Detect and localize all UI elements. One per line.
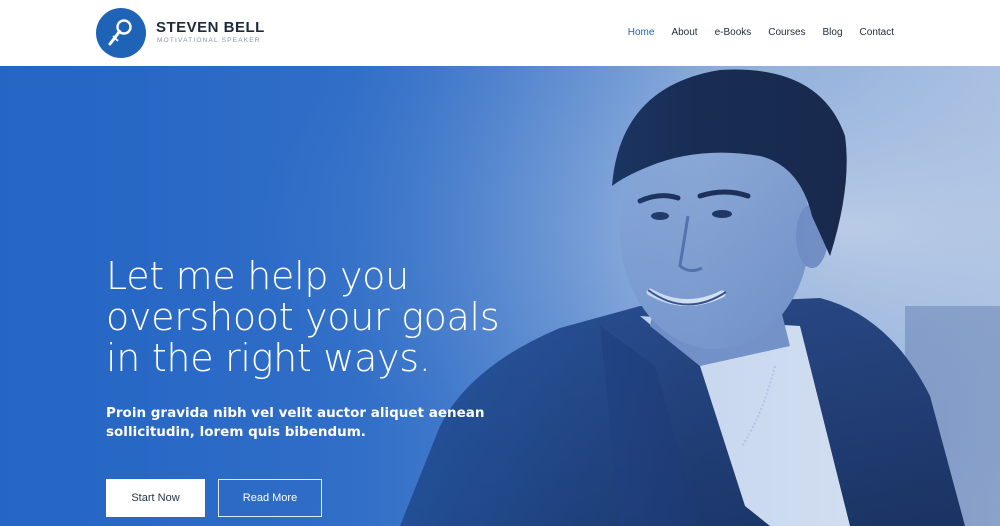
hero-section: Let me help you overshoot your goals in …	[0, 66, 1000, 526]
hero-heading-line: Let me help you	[106, 254, 409, 298]
nav-item-blog[interactable]: Blog	[823, 27, 843, 38]
hero-subtext-line: sollicitudin, lorem quis bibendum.	[106, 424, 366, 440]
brand-name[interactable]: STEVEN BELL	[156, 19, 265, 36]
start-now-button[interactable]: Start Now	[106, 479, 205, 517]
nav-item-contact[interactable]: Contact	[860, 27, 894, 38]
nav-item-ebooks[interactable]: e-Books	[715, 27, 752, 38]
brand-tagline: MOTIVATIONAL SPEAKER	[157, 37, 261, 44]
site-header: STEVEN BELL MOTIVATIONAL SPEAKER Home Ab…	[0, 0, 1000, 66]
nav-item-about[interactable]: About	[671, 27, 697, 38]
hero-heading-line: in the right ways.	[106, 336, 431, 380]
nav-item-home[interactable]: Home	[628, 27, 655, 38]
microphone-icon	[108, 19, 132, 46]
read-more-button[interactable]: Read More	[218, 479, 322, 517]
hero-subtext-line: Proin gravida nibh vel velit auctor aliq…	[106, 405, 485, 421]
logo[interactable]	[96, 8, 146, 58]
hero-heading-line: overshoot your goals	[106, 295, 500, 339]
nav-item-courses[interactable]: Courses	[768, 27, 805, 38]
hero-subtext: Proin gravida nibh vel velit auctor aliq…	[106, 404, 486, 442]
hero-heading: Let me help you overshoot your goals in …	[106, 256, 546, 379]
main-nav: Home About e-Books Courses Blog Contact	[611, 27, 894, 38]
